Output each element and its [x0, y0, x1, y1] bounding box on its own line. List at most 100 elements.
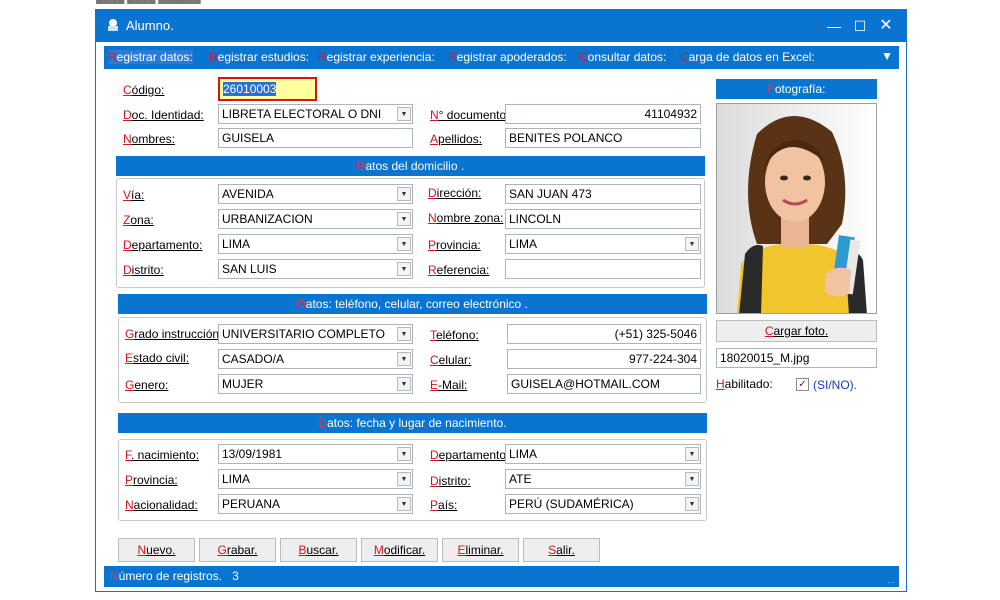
menu-registrar-estudios[interactable]: Registrar estudios: — [209, 50, 309, 64]
nombre-zona-label: Nombre zona: — [428, 211, 504, 225]
grabar-button[interactable]: Grabar. — [199, 538, 276, 562]
buscar-button[interactable]: Buscar. — [280, 538, 357, 562]
fotografia-title: Fotografía: — [716, 79, 877, 99]
nac-provincia-select[interactable]: LIMA ▼ — [218, 469, 413, 489]
codigo-input[interactable]: 26010003 — [218, 77, 317, 101]
chevron-down-icon[interactable]: ▼ — [397, 472, 411, 486]
nombre-zona-input[interactable]: LINCOLN — [505, 209, 701, 229]
habilitado-checkbox[interactable]: ✓ — [796, 378, 809, 391]
nac-departamento-label: Departamento: — [430, 448, 510, 462]
si-no-label: (SI/NO). — [813, 378, 857, 392]
n-documento-label: N° documento: — [430, 108, 510, 122]
fecha-nacimiento-picker[interactable]: 13/09/1981 ▼ — [218, 444, 413, 464]
background-window-fragment: ▀▀▀▀ ▀▀▀▀ ▀▀▀▀▀▀ — [96, 0, 201, 9]
chevron-down-icon[interactable]: ▼ — [397, 377, 411, 391]
genero-label: Genero: — [125, 378, 169, 392]
chevron-down-icon[interactable]: ▼ — [397, 212, 411, 226]
apellidos-input[interactable]: BENITES POLANCO — [505, 128, 701, 148]
distrito-select[interactable]: SAN LUIS ▼ — [218, 259, 413, 279]
student-photo — [716, 103, 877, 314]
nacionalidad-select[interactable]: PERUANA ▼ — [218, 494, 413, 514]
chevron-down-icon[interactable]: ▼ — [397, 262, 411, 276]
maximize-icon[interactable]: ☐ — [848, 14, 872, 38]
photo-filename-field[interactable]: 18020015_M.jpg — [716, 348, 877, 368]
chevron-down-icon[interactable]: ▼ — [397, 447, 411, 461]
menu-carga-excel[interactable]: Carga de datos en Excel: — [680, 50, 815, 64]
close-icon[interactable]: ✕ — [874, 14, 898, 38]
zona-label: Zona: — [123, 213, 154, 227]
minimize-icon[interactable]: — — [822, 14, 846, 38]
fecha-nacimiento-label: F. nacimiento: — [125, 448, 200, 462]
status-bar: Número de registros. 3 ⋯ — [104, 566, 899, 587]
menu-consultar-datos[interactable]: Consultar datos: — [579, 50, 666, 64]
chevron-down-icon[interactable]: ▼ — [397, 352, 411, 366]
menu-bar: Registrar datos: Registrar estudios: Reg… — [104, 46, 899, 69]
via-label: Vía: — [123, 188, 145, 202]
grado-instruccion-label: Grado instrucción: — [125, 327, 223, 341]
n-documento-input[interactable]: 41104932 — [505, 104, 701, 124]
chevron-down-icon[interactable]: ▼ — [397, 107, 411, 121]
chevron-down-icon[interactable]: ▼ — [397, 327, 411, 341]
celular-label: Celular: — [430, 353, 472, 367]
chevron-down-icon[interactable]: ▼ — [397, 187, 411, 201]
habilitado-label: Habilitado: — [716, 377, 773, 391]
chevron-down-icon[interactable]: ▼ — [685, 497, 699, 511]
estado-civil-select[interactable]: CASADO/A ▼ — [218, 349, 413, 369]
menu-dropdown-icon[interactable]: ▼ — [881, 49, 893, 63]
nac-provincia-label: Provincia: — [125, 473, 178, 487]
direccion-input[interactable]: SAN JUAN 473 — [505, 184, 701, 204]
chevron-down-icon[interactable]: ▼ — [397, 497, 411, 511]
departamento-select[interactable]: LIMA ▼ — [218, 234, 413, 254]
record-count: 3 — [232, 569, 239, 583]
nuevo-button[interactable]: Nuevo. — [118, 538, 195, 562]
nac-distrito-select[interactable]: ATE ▼ — [505, 469, 701, 489]
eliminar-button[interactable]: Eliminar. — [442, 538, 519, 562]
nombres-input[interactable]: GUISELA — [218, 128, 413, 148]
resize-grip-icon[interactable]: ⋯ — [887, 572, 895, 593]
telefono-input[interactable]: (+51) 325-5046 — [507, 324, 701, 344]
pais-label: País: — [430, 498, 458, 512]
email-label: E-Mail: — [430, 378, 468, 392]
window-title: Alumno. — [126, 18, 174, 33]
email-input[interactable]: GUISELA@HOTMAIL.COM — [507, 374, 701, 394]
menu-registrar-apoderados[interactable]: Registrar apoderados: — [448, 50, 567, 64]
alumno-window: Alumno. — ☐ ✕ Registrar datos: Registrar… — [95, 9, 907, 592]
doc-identidad-label: Doc. Identidad: — [123, 108, 204, 122]
referencia-input[interactable] — [505, 259, 701, 279]
referencia-label: Referencia: — [428, 263, 490, 277]
salir-button[interactable]: Salir. — [523, 538, 600, 562]
chevron-down-icon[interactable]: ▼ — [685, 237, 699, 251]
chevron-down-icon[interactable]: ▼ — [397, 237, 411, 251]
genero-select[interactable]: MUJER ▼ — [218, 374, 413, 394]
provincia-select[interactable]: LIMA ▼ — [505, 234, 701, 254]
telefono-label: Teléfono: — [430, 328, 479, 342]
provincia-label: Provincia: — [428, 238, 481, 252]
title-bar: Alumno. — ☐ ✕ — [96, 10, 906, 42]
distrito-label: Distrito: — [123, 263, 164, 277]
chevron-down-icon[interactable]: ▼ — [685, 447, 699, 461]
direccion-label: Dirección: — [428, 186, 482, 200]
nombres-label: Nombres: — [123, 132, 176, 146]
nac-departamento-select[interactable]: LIMA ▼ — [505, 444, 701, 464]
doc-identidad-select[interactable]: LIBRETA ELECTORAL O DNI ▼ — [218, 104, 413, 124]
nacimiento-section-title: Datos: fecha y lugar de nacimiento. — [118, 413, 707, 433]
contacto-section-title: Datos: teléfono, celular, correo electró… — [118, 294, 707, 314]
menu-registrar-experiencia[interactable]: Registrar experiencia: — [318, 50, 435, 64]
codigo-label: Código: — [123, 83, 165, 97]
estado-civil-label: Estado civil: — [125, 351, 190, 365]
app-icon — [108, 19, 118, 31]
celular-input[interactable]: 977-224-304 — [507, 349, 701, 369]
departamento-label: Departamento: — [123, 238, 203, 252]
chevron-down-icon[interactable]: ▼ — [685, 472, 699, 486]
via-select[interactable]: AVENIDA ▼ — [218, 184, 413, 204]
apellidos-label: Apellidos: — [430, 132, 483, 146]
domicilio-section-title: Datos del domicilio . — [116, 156, 705, 176]
cargar-foto-button[interactable]: Cargar foto. — [716, 320, 877, 342]
menu-registrar-datos[interactable]: Registrar datos: — [108, 50, 193, 64]
pais-select[interactable]: PERÚ (SUDAMÉRICA) ▼ — [505, 494, 701, 514]
zona-select[interactable]: URBANIZACION ▼ — [218, 209, 413, 229]
grado-instruccion-select[interactable]: UNIVERSITARIO COMPLETO ▼ — [218, 324, 413, 344]
nacionalidad-label: Nacionalidad: — [125, 498, 198, 512]
modificar-button[interactable]: Modificar. — [361, 538, 438, 562]
student-photo-image — [717, 104, 876, 313]
